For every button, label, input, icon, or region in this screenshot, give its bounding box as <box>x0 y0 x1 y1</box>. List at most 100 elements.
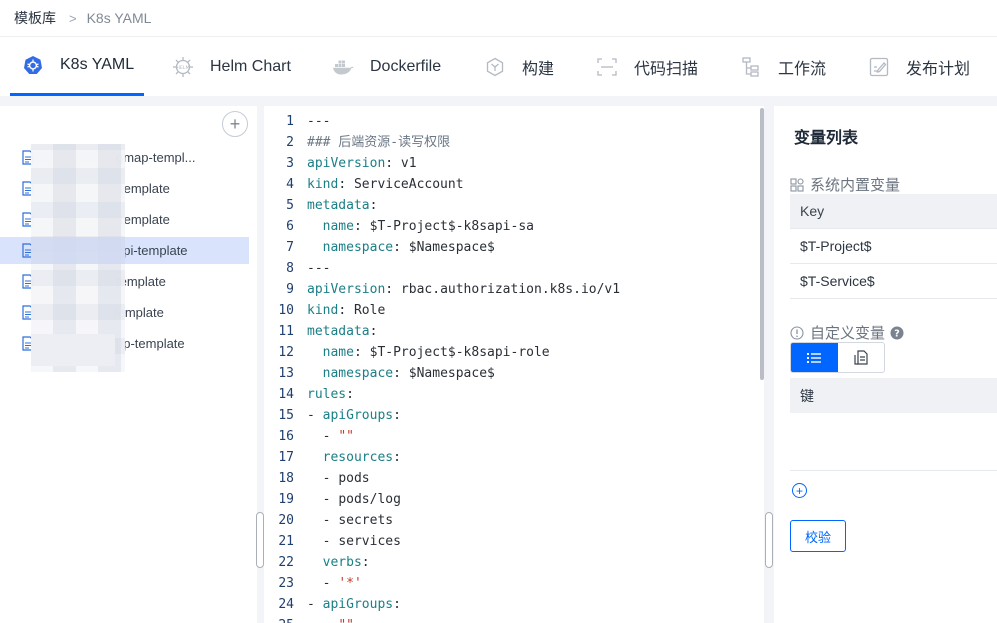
code-text: verbs: <box>322 555 370 570</box>
code-line: 18 - pods <box>264 468 764 489</box>
code-text: --- <box>307 114 331 129</box>
code-text: namespace: $Namespace$ <box>322 240 495 255</box>
tab-build[interactable]: 构建 <box>484 37 554 96</box>
code-text: namespace: $Namespace$ <box>322 366 495 381</box>
code-line: 4 kind: ServiceAccount <box>264 174 764 195</box>
tree-item-label: api-template <box>116 243 188 258</box>
code-line: 10 kind: Role <box>264 300 764 321</box>
tab-label: Helm Chart <box>210 57 291 75</box>
svg-text:HELM: HELM <box>177 64 190 70</box>
code-text: - services <box>307 534 401 549</box>
code-line: 3 apiVersion: v1 <box>264 153 764 174</box>
code-text: --- <box>307 261 331 276</box>
file-view-button[interactable] <box>837 343 884 372</box>
breadcrumb-separator: > <box>69 10 77 26</box>
custom-variables-heading: 自定义变量 ? <box>790 322 904 343</box>
line-number: 16 <box>278 429 294 444</box>
code-text: name: $T-Project$-k8sapi-sa <box>322 219 534 234</box>
builtin-variables-heading: 系统内置变量 <box>790 174 900 195</box>
tree-item-label: template <box>120 212 170 227</box>
tree-item-label: pp-template <box>116 336 185 351</box>
redacted-area-bottom <box>31 334 115 366</box>
line-number: 14 <box>278 387 294 402</box>
breadcrumb-root[interactable]: 模板库 <box>14 8 56 28</box>
code-text: - "" <box>307 615 354 623</box>
right-resize-handle[interactable] <box>765 512 773 568</box>
line-number: 19 <box>278 492 294 507</box>
tab-release-plan[interactable]: 发布计划 <box>868 37 970 96</box>
editor-vertical-scrollbar[interactable] <box>760 108 764 380</box>
variables-panel: 变量列表 系统内置变量 Key $T-Project$ $T-Service$ … <box>774 106 997 623</box>
tab-label: K8s YAML <box>60 56 135 73</box>
line-number: 12 <box>278 345 294 360</box>
code-line: 22 verbs: <box>264 552 764 573</box>
add-variable-button[interactable]: + <box>792 483 807 498</box>
code-line: 14 rules: <box>264 384 764 405</box>
code-line: 23 - '*' <box>264 573 764 594</box>
breadcrumb: 模板库 > K8s YAML <box>0 0 997 37</box>
tab-label: Dockerfile <box>370 57 442 75</box>
yaml-code-editor[interactable]: 1 --- 2 ### 后端资源-读写权限 3 apiVersion: v1 4 kind: … <box>264 106 764 623</box>
tab-dockerfile[interactable]: Dockerfile <box>332 37 441 96</box>
tree-item-label: template <box>120 181 170 196</box>
code-line: 21 - services <box>264 531 764 552</box>
template-type-tabs: K8s YAML HELM Helm Chart Dockerfile 构建 代… <box>0 37 997 96</box>
line-number: 17 <box>278 450 294 465</box>
release-plan-icon <box>868 56 890 78</box>
line-number: 20 <box>278 513 294 528</box>
line-number: 10 <box>278 303 294 318</box>
variables-title: 变量列表 <box>794 130 859 147</box>
code-text: name: $T-Project$-k8sapi-role <box>322 345 550 360</box>
code-text: kind: ServiceAccount <box>307 177 464 192</box>
line-number: 25 <box>264 615 294 623</box>
code-text: metadata: <box>307 198 378 213</box>
code-line: 2 ### 后端资源-读写权限 <box>264 132 764 153</box>
code-text: apiVersion: rbac.authorization.k8s.io/v1 <box>307 282 621 297</box>
code-text: - pods <box>307 471 370 486</box>
code-text: rules: <box>307 387 354 402</box>
code-line: 7 namespace: $Namespace$ <box>264 237 764 258</box>
code-line: 5 metadata: <box>264 195 764 216</box>
tab-label: 代码扫描 <box>634 60 699 78</box>
line-number: 8 <box>286 261 294 276</box>
tab-code-scan[interactable]: 代码扫描 <box>596 37 698 96</box>
helm-icon: HELM <box>172 56 194 78</box>
tab-label: 构建 <box>522 60 555 78</box>
list-view-button[interactable] <box>791 343 838 372</box>
builtin-variables-table: Key $T-Project$ $T-Service$ <box>790 194 997 299</box>
tree-item-label: gmap-templ... <box>116 150 196 165</box>
code-text: apiVersion: v1 <box>307 156 417 171</box>
line-number: 21 <box>278 534 294 549</box>
line-number: 6 <box>286 219 294 234</box>
add-template-button[interactable]: + <box>222 111 248 137</box>
tab-workflow[interactable]: 工作流 <box>740 37 826 96</box>
code-text: - apiGroups: <box>307 597 401 612</box>
build-icon <box>484 56 506 78</box>
line-number: 15 <box>278 408 294 423</box>
left-resize-handle[interactable] <box>256 512 264 568</box>
code-line: 15 - apiGroups: <box>264 405 764 426</box>
line-number: 7 <box>286 240 294 255</box>
help-icon[interactable]: ? <box>890 326 904 340</box>
tab-helm-chart[interactable]: HELM Helm Chart <box>172 37 291 96</box>
grid-icon <box>790 177 804 192</box>
code-line: 19 - pods/log <box>264 489 764 510</box>
code-text: - "" <box>307 429 354 444</box>
code-line: 11 metadata: <box>264 321 764 342</box>
line-number: 22 <box>278 555 294 570</box>
tab-label: 工作流 <box>778 60 827 78</box>
line-number: 11 <box>278 324 294 339</box>
svg-text:?: ? <box>894 328 900 339</box>
table-header: Key <box>790 194 997 229</box>
validate-button[interactable]: 校验 <box>790 520 846 552</box>
line-number: 5 <box>286 198 294 213</box>
table-row: $T-Service$ <box>790 264 997 299</box>
code-line: 9 apiVersion: rbac.authorization.k8s.io/v… <box>264 279 764 300</box>
tab-k8s-yaml[interactable]: K8s YAML <box>10 37 144 96</box>
code-line: 8 --- <box>264 258 764 279</box>
code-text: metadata: <box>307 324 378 339</box>
custom-variables-view-toggle <box>790 342 885 373</box>
code-line: 20 - secrets <box>264 510 764 531</box>
code-line: 16 - "" <box>264 426 764 447</box>
custom-variables-label: 自定义变量 <box>810 325 886 342</box>
